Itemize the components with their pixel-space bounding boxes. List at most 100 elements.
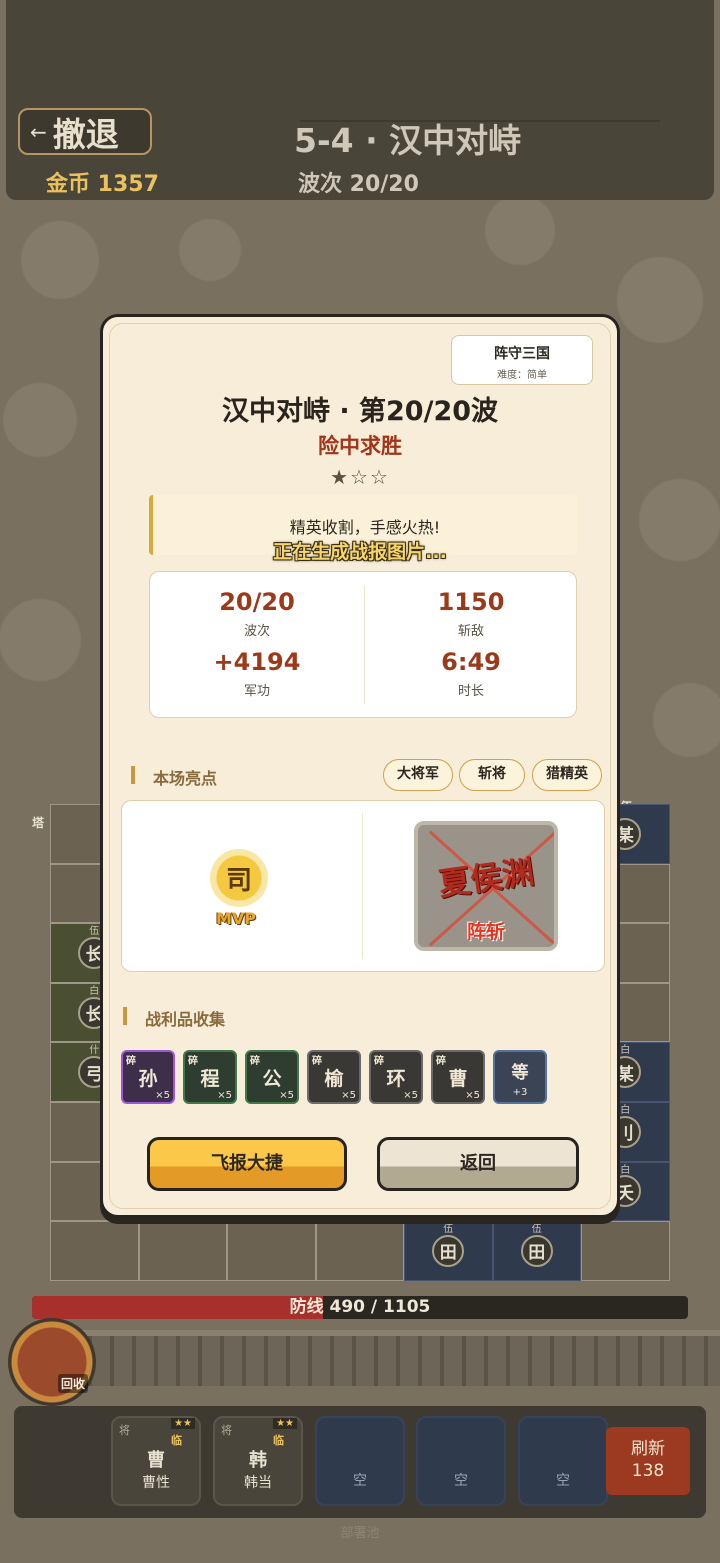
loot-count: ×5	[217, 1090, 232, 1101]
loot-item[interactable]: 碎 孙 ×5	[121, 1050, 175, 1104]
stat-kills: 1150 斩敌	[364, 588, 578, 639]
grid-cell[interactable]	[50, 1221, 139, 1281]
stat-label: 斩敌	[457, 624, 484, 639]
stat-value: 1150	[437, 588, 505, 616]
empty-label: 空	[556, 1473, 570, 1489]
grid-cell[interactable]: 伍 田	[492, 1221, 581, 1281]
city-wall	[70, 1330, 720, 1386]
battle-report-modal: 阵守三国 难度：简单 汉中对峙 · 第20/20波 险中求胜 ★☆☆ 精英收割，…	[100, 314, 620, 1218]
highlights-panel: 司 MVP 夏侯渊 阵斩	[121, 800, 605, 972]
loot-count: ×5	[279, 1090, 294, 1101]
loot-count: ×5	[403, 1090, 418, 1101]
stat-label: 军功	[243, 684, 270, 699]
loot-item[interactable]: 碎 曹 ×5	[431, 1050, 485, 1104]
general-glyph: 韩	[249, 1450, 267, 1471]
loot-glyph: 榆	[324, 1068, 344, 1090]
loot-item[interactable]: 碎 环 ×5	[369, 1050, 423, 1104]
slot-kind: 将	[119, 1424, 130, 1437]
quote-text: 精英收割，手感火热!	[289, 518, 441, 537]
defense-text: 防线 490 / 1105	[289, 1297, 431, 1317]
general-name: 韩当	[244, 1475, 272, 1491]
pool-label: 部署池	[340, 1526, 380, 1541]
slot-kind: 将	[221, 1424, 232, 1437]
stat-waves: 20/20 波次	[150, 588, 364, 639]
mvp-label: MVP	[216, 909, 257, 928]
game-brand-badge: 阵守三国 难度：简单	[451, 335, 593, 385]
loot-count: ×5	[341, 1090, 356, 1101]
pool-slot[interactable]: 将 ★★ 临 曹 曹性	[111, 1416, 201, 1506]
star-badge: ★★	[273, 1418, 297, 1429]
highlights-divider	[362, 813, 363, 959]
empty-label: 空	[353, 1473, 367, 1489]
brand-difficulty: 难度：简单	[497, 370, 547, 381]
loot-count: ×5	[155, 1090, 170, 1101]
slain-general-name: 夏侯渊	[436, 852, 537, 904]
grid-cell[interactable]	[227, 1221, 316, 1281]
loot-count: +3	[512, 1087, 528, 1098]
stat-label: 波次	[243, 624, 270, 639]
stat-value: 20/20	[219, 588, 295, 616]
refresh-label: 刷新	[631, 1439, 665, 1459]
highlights-title: 本场亮点	[153, 769, 218, 788]
loot-glyph: 公	[262, 1068, 282, 1090]
loot-glyph: 环	[386, 1068, 406, 1090]
loot-glyph: 等	[511, 1063, 529, 1083]
recycle-button[interactable]: 回收	[8, 1318, 96, 1406]
recycle-label: 回收	[58, 1374, 89, 1393]
stage-title: 5-4 · 汉中对峙	[294, 121, 522, 160]
general-name: 曹性	[142, 1475, 170, 1491]
defense-bar: 防线 490 / 1105	[32, 1296, 688, 1319]
loot-title: 战利品收集	[145, 1010, 226, 1029]
empty-label: 空	[454, 1473, 468, 1489]
generating-status: 正在生成战报图片...	[273, 541, 447, 563]
slain-label: 阵斩	[466, 921, 505, 943]
loot-more[interactable]: 等 +3	[493, 1050, 547, 1104]
grid-cell[interactable]	[138, 1221, 227, 1281]
grid-cell[interactable]	[315, 1221, 404, 1281]
stat-duration: 6:49 时长	[364, 648, 578, 699]
loot-item[interactable]: 碎 程 ×5	[183, 1050, 237, 1104]
retreat-label: 撤退	[52, 114, 119, 154]
slain-general-card: 夏侯渊 阵斩	[414, 821, 558, 951]
general-glyph: 曹	[147, 1450, 165, 1471]
pool-slot-empty[interactable]: 空	[518, 1416, 608, 1506]
gold-counter: 金币 1357	[46, 172, 159, 197]
stat-value: 6:49	[441, 648, 501, 676]
unit-rank: 伍	[531, 1224, 542, 1236]
star-badge: ★★	[171, 1418, 195, 1429]
tag-slay-general: 斩将	[459, 759, 525, 791]
stat-merit: +4194 军功	[150, 648, 364, 699]
side-label: 塔	[32, 816, 45, 830]
loot-glyph: 程	[200, 1068, 220, 1090]
back-arrow-icon: ←	[30, 119, 47, 144]
brand-name: 阵守三国	[494, 346, 550, 362]
pool-slot-empty[interactable]: 空	[315, 1416, 405, 1506]
refresh-cost: 138	[631, 1461, 665, 1481]
refresh-button[interactable]: 刷新 138	[606, 1427, 690, 1495]
unit-token[interactable]: 田	[520, 1234, 553, 1267]
share-report-button[interactable]: 飞报大捷	[147, 1137, 347, 1191]
pool-slot-empty[interactable]: 空	[416, 1416, 506, 1506]
stat-label: 时长	[457, 684, 484, 699]
back-button[interactable]: 返回	[377, 1137, 579, 1191]
loot-glyph: 曹	[448, 1068, 468, 1090]
report-title: 汉中对峙 · 第20/20波	[221, 396, 499, 427]
section-marker	[131, 766, 135, 784]
loot-item[interactable]: 碎 公 ×5	[245, 1050, 299, 1104]
loot-count: ×5	[465, 1090, 480, 1101]
unit-token[interactable]: 田	[432, 1234, 465, 1267]
pool-slot[interactable]: 将 ★★ 临 韩 韩当	[213, 1416, 303, 1506]
retreat-button[interactable]: ← 撤退	[18, 108, 152, 155]
star-rating: ★☆☆	[330, 465, 390, 489]
report-subtitle: 险中求胜	[318, 434, 402, 458]
tag-hunt-elite: 猎精英	[532, 759, 602, 791]
grid-cell[interactable]	[581, 1221, 670, 1281]
stat-value: +4194	[213, 648, 301, 676]
section-marker	[123, 1007, 127, 1025]
loot-item[interactable]: 碎 榆 ×5	[307, 1050, 361, 1104]
mvp-medal-icon: 司	[210, 849, 268, 907]
grid-cell[interactable]: 伍 田	[404, 1221, 493, 1281]
wave-counter: 波次 20/20	[298, 172, 419, 197]
loot-glyph: 孙	[138, 1068, 158, 1090]
stats-panel: 20/20 波次 1150 斩敌 +4194 军功 6:49 时长	[149, 571, 577, 718]
